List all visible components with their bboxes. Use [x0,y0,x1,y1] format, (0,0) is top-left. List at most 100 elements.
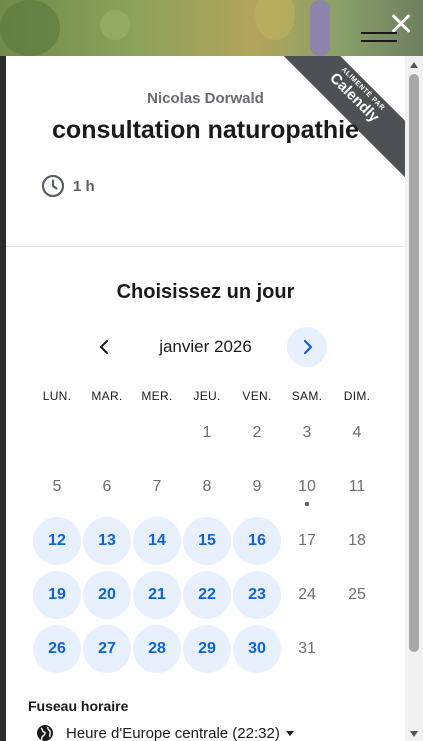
unavailable-day: 31 [282,622,332,676]
clock-icon [41,174,65,198]
day-number: 5 [52,478,62,495]
unavailable-day: 11 [332,460,382,514]
unavailable-day: 2 [232,406,282,460]
day-number: 12 [48,532,66,549]
available-day-button[interactable]: 22 [182,568,232,622]
day-number: 28 [148,640,166,657]
day-number: 30 [248,640,266,657]
day-number: 6 [102,478,112,495]
host-name: Nicolas Dorwald [147,90,264,107]
day-number: 8 [202,478,212,495]
available-day-button[interactable]: 15 [182,514,232,568]
unavailable-day: 1 [182,406,232,460]
day-highlight: 28 [133,625,181,673]
available-day-button[interactable]: 20 [82,568,132,622]
day-number: 14 [148,532,166,549]
day-number: 16 [248,532,266,549]
day-highlight: 22 [183,571,231,619]
weekday-label: DIM. [343,389,371,403]
calendar-heading: Choisissez un jour [116,281,295,303]
unavailable-day: 3 [282,406,332,460]
unavailable-day: 5 [32,460,82,514]
unavailable-day: 9 [232,460,282,514]
day-highlight: 19 [33,571,81,619]
day-number: 26 [48,640,66,657]
day-highlight: 12 [33,517,81,565]
day-highlight: 20 [83,571,131,619]
caret-down-icon [285,730,294,736]
day-number: 15 [198,532,216,549]
scroll-up-arrow-icon[interactable] [410,62,418,68]
day-number: 23 [248,586,266,603]
day-number: 10 [298,478,316,495]
day-number: 27 [98,640,116,657]
current-month: janvier 2026 [159,337,252,356]
day-number: 11 [348,478,366,495]
day-number: 19 [48,586,66,603]
day-highlight: 27 [83,625,131,673]
event-title: consultation naturopathie [52,116,359,144]
day-highlight: 16 [233,517,281,565]
day-highlight: 23 [233,571,281,619]
calendar-blank [132,406,182,460]
divider [6,246,405,247]
day-number: 4 [352,424,362,441]
unavailable-day: 25 [332,568,382,622]
event-duration: 1 h [41,174,95,198]
weekday-label: SAM. [291,389,323,403]
background-photo [0,0,423,56]
available-day-button[interactable]: 26 [32,622,82,676]
day-number: 18 [348,532,366,549]
available-day-button[interactable]: 13 [82,514,132,568]
calendar-grid: 1 2 3 4 5 6 7 8 9 10 11 12 13 14 15 16 17 18 19 20 21 22 23 24 2… [32,406,382,676]
day-number: 3 [302,424,312,441]
day-number: 21 [148,586,166,603]
available-day-button[interactable]: 12 [32,514,82,568]
available-day-button[interactable]: 29 [182,622,232,676]
day-highlight: 13 [83,517,131,565]
timezone-value: Heure d'Europe centrale (22:32) [66,724,280,741]
day-number: 7 [152,478,162,495]
day-number: 17 [298,532,316,549]
day-number: 25 [348,586,366,603]
unavailable-day: 24 [282,568,332,622]
calendar-blank [82,406,132,460]
day-highlight: 15 [183,517,231,565]
weekday-label: VEN. [242,389,272,403]
hamburger-icon[interactable] [361,32,397,50]
day-highlight: 26 [33,625,81,673]
unavailable-day: 6 [82,460,132,514]
unavailable-day: 8 [182,460,232,514]
month-navigation: janvier 2026 [6,326,405,368]
next-month-button[interactable] [287,327,327,367]
timezone-select[interactable]: Heure d'Europe centrale (22:32) [36,724,294,741]
available-day-button[interactable]: 21 [132,568,182,622]
available-day-button[interactable]: 30 [232,622,282,676]
unavailable-day: 10 [282,460,332,514]
weekday-label: MER. [141,389,173,403]
day-number: 22 [198,586,216,603]
day-number: 9 [252,478,262,495]
available-day-button[interactable]: 23 [232,568,282,622]
calendar-blank [32,406,82,460]
available-day-button[interactable]: 27 [82,622,132,676]
unavailable-day: 18 [332,514,382,568]
day-number: 2 [252,424,262,441]
unavailable-day: 17 [282,514,332,568]
scrollbar-thumb[interactable] [409,74,419,652]
weekday-label: LUN. [42,389,72,403]
unavailable-day: 7 [132,460,182,514]
booking-panel: ALIMENTÉ PAR Calendly Nicolas Dorwald co… [6,56,405,741]
day-highlight: 14 [133,517,181,565]
duration-text: 1 h [73,177,95,195]
day-number: 24 [298,586,316,603]
available-day-button[interactable]: 28 [132,622,182,676]
available-day-button[interactable]: 16 [232,514,282,568]
scrollbar[interactable] [405,56,423,741]
available-day-button[interactable]: 14 [132,514,182,568]
available-day-button[interactable]: 19 [32,568,82,622]
scroll-down-arrow-icon[interactable] [410,731,418,737]
day-number: 29 [198,640,216,657]
weekday-label: MAR. [91,389,123,403]
day-number: 1 [202,424,212,441]
